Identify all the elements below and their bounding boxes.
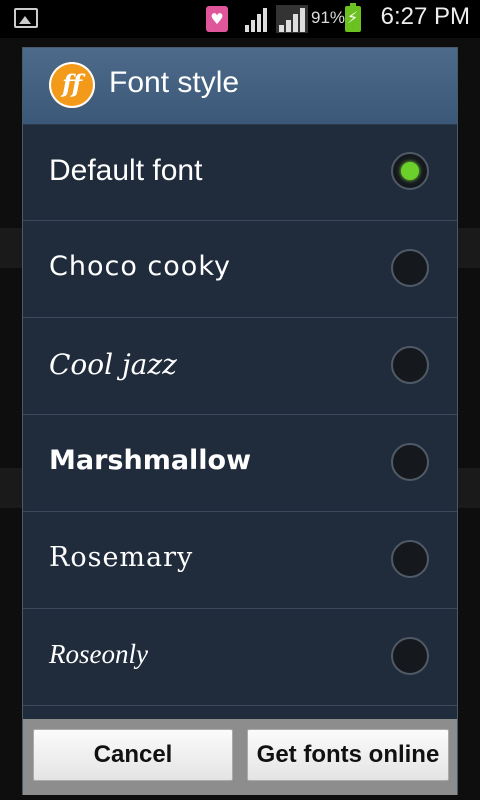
gallery-icon bbox=[14, 8, 38, 28]
radio-unselected-icon[interactable] bbox=[391, 443, 429, 481]
flipfont-logo-icon: ff bbox=[49, 62, 95, 108]
get-fonts-online-button[interactable]: Get fonts online bbox=[247, 729, 449, 781]
dialog-title: Font style bbox=[109, 66, 240, 99]
radio-selected-icon[interactable] bbox=[391, 152, 429, 190]
dialog-button-bar: Cancel Get fonts online bbox=[23, 719, 457, 795]
radio-unselected-icon[interactable] bbox=[391, 346, 429, 384]
font-option-list: Default font Choco cooky Cool jazz Marsh… bbox=[23, 124, 457, 706]
wifi-signal-icon bbox=[245, 8, 267, 32]
clock: 6:27 PM bbox=[380, 3, 470, 30]
font-option-default[interactable]: Default font bbox=[23, 124, 457, 221]
font-option-rosemary[interactable]: Rosemary bbox=[23, 512, 457, 609]
cell-signal-icon bbox=[276, 5, 308, 33]
font-option-label: Marshmallow bbox=[49, 445, 252, 476]
font-option-marshmallow[interactable]: Marshmallow bbox=[23, 415, 457, 512]
font-option-cool-jazz[interactable]: Cool jazz bbox=[23, 318, 457, 415]
font-option-label: Default font bbox=[49, 154, 203, 187]
radio-unselected-icon[interactable] bbox=[391, 637, 429, 675]
font-style-dialog: ff Font style Default font Choco cooky C… bbox=[22, 47, 458, 795]
battery-charging-icon: ⚡ bbox=[345, 3, 361, 32]
dialog-header: ff Font style bbox=[23, 48, 457, 125]
logo-text: ff bbox=[62, 69, 82, 98]
cancel-button[interactable]: Cancel bbox=[33, 729, 233, 781]
battery-percent: 91% bbox=[311, 8, 346, 27]
heart-notification-icon: ♥ bbox=[206, 6, 228, 32]
font-option-label: Choco cooky bbox=[49, 251, 231, 282]
font-option-roseonly[interactable]: Roseonly bbox=[23, 609, 457, 706]
status-bar: ♥ 91% ⚡ 6:27 PM bbox=[0, 0, 480, 38]
radio-unselected-icon[interactable] bbox=[391, 249, 429, 287]
font-option-label: Cool jazz bbox=[49, 348, 177, 381]
font-option-choco-cooky[interactable]: Choco cooky bbox=[23, 221, 457, 318]
radio-unselected-icon[interactable] bbox=[391, 540, 429, 578]
font-option-label: Roseonly bbox=[49, 639, 148, 669]
font-option-label: Rosemary bbox=[49, 542, 194, 573]
